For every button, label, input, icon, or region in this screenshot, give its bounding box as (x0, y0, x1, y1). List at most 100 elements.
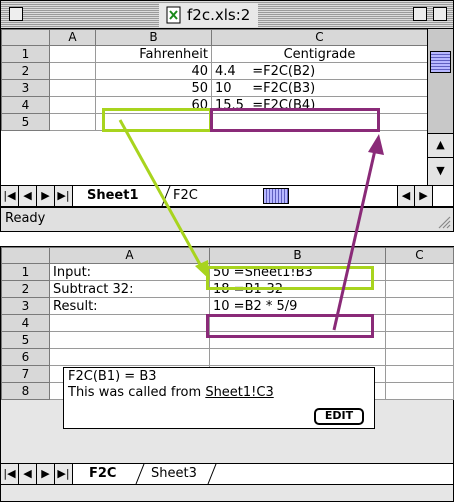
window-title-area: f2c.xls:2 (159, 3, 259, 27)
prev-sheet-icon[interactable]: ◀ (19, 464, 37, 484)
cell-b4[interactable]: 60 (95, 96, 212, 114)
close-box[interactable] (9, 7, 23, 21)
row-header[interactable]: 4 (1, 314, 50, 332)
row-header[interactable]: 3 (1, 297, 50, 315)
tab-sheet3[interactable]: Sheet3 (137, 464, 217, 484)
scroll-thumb[interactable] (430, 51, 451, 73)
select-all-corner[interactable] (1, 29, 50, 46)
tab-divider (161, 186, 171, 206)
cell-a6[interactable] (49, 348, 210, 366)
tab-sheet1[interactable]: Sheet1 (73, 186, 159, 206)
title-bar[interactable]: f2c.xls:2 (1, 1, 453, 29)
cell-b6[interactable] (209, 348, 386, 366)
cell-a5[interactable] (49, 113, 96, 131)
cell-c2[interactable] (385, 280, 454, 298)
table-row: 6 (1, 348, 454, 366)
caller-prefix: This was called from (68, 385, 206, 400)
cell-a1[interactable]: Input: (49, 263, 210, 281)
cell-a4[interactable] (49, 314, 210, 332)
prev-sheet-icon[interactable]: ◀ (19, 186, 37, 206)
collapse-box[interactable] (433, 7, 447, 21)
cell-a4[interactable] (49, 96, 96, 114)
caller-link[interactable]: Sheet1!C3 (205, 385, 273, 400)
horizontal-scroll-thumb[interactable] (263, 188, 289, 204)
caller-info: This was called from Sheet1!C3 (68, 385, 370, 401)
cell-b5[interactable] (209, 331, 386, 349)
column-header-row: A B C (1, 247, 454, 264)
row-header[interactable]: 3 (1, 79, 50, 97)
resize-grip-icon[interactable] (435, 213, 451, 229)
status-text: Ready (5, 211, 46, 226)
row-header[interactable]: 4 (1, 96, 50, 114)
cell-c3[interactable] (385, 297, 454, 315)
column-header-c[interactable]: C (385, 247, 454, 264)
table-row: 4 (1, 314, 454, 332)
row-header[interactable]: 5 (1, 331, 50, 349)
excel-document-icon (166, 6, 181, 24)
table-row: 2 40 4.4 =F2C(B2) (1, 62, 428, 80)
cell-a3[interactable] (49, 79, 96, 97)
cell-a2[interactable]: Subtract 32: (49, 280, 210, 298)
column-header-b[interactable]: B (209, 247, 386, 264)
sheet-tab-bar: |◀ ◀ ▶ ▶| Sheet1 F2C ◀ ▶ (1, 185, 453, 207)
cell-b3[interactable]: 10 =B2 * 5/9 (209, 297, 386, 315)
scroll-right-arrow-icon[interactable]: ▶ (415, 186, 433, 206)
cell-a2[interactable] (49, 62, 96, 80)
row-header[interactable]: 7 (1, 365, 50, 383)
cell-b3[interactable]: 50 (95, 79, 212, 97)
cell-b4[interactable] (209, 314, 386, 332)
last-sheet-icon[interactable]: ▶| (55, 186, 73, 206)
sheet1-grid: A B C 1 Fahrenheit Centigrade 2 40 4.4 =… (1, 29, 428, 131)
sheet-tab-bar: |◀ ◀ ▶ ▶| F2C Sheet3 (1, 463, 453, 485)
cell-c4[interactable]: 15.5 =F2C(B4) (211, 96, 428, 114)
next-sheet-icon[interactable]: ▶ (37, 186, 55, 206)
next-sheet-icon[interactable]: ▶ (37, 464, 55, 484)
row-header[interactable]: 2 (1, 280, 50, 298)
row-header[interactable]: 1 (1, 263, 50, 281)
row-header[interactable]: 5 (1, 113, 50, 131)
column-header-a[interactable]: A (49, 247, 210, 264)
edit-button[interactable]: EDIT (314, 408, 364, 425)
row-header[interactable]: 2 (1, 62, 50, 80)
cell-a3[interactable]: Result: (49, 297, 210, 315)
table-row: 1 Fahrenheit Centigrade (1, 45, 428, 63)
scroll-down-arrow-icon[interactable]: ▼ (428, 157, 453, 185)
vertical-scrollbar[interactable]: ▲ ▼ (427, 29, 453, 185)
row-header[interactable]: 1 (1, 45, 50, 63)
cell-c2[interactable]: 4.4 =F2C(B2) (211, 62, 428, 80)
table-row: 3 Result: 10 =B2 * 5/9 (1, 297, 454, 315)
cell-c3[interactable]: 10 =F2C(B3) (211, 79, 428, 97)
cell-c5[interactable] (211, 113, 428, 131)
row-header[interactable]: 8 (1, 382, 50, 400)
column-header-b[interactable]: B (95, 29, 212, 46)
cell-b1[interactable]: 50 =Sheet1!B3 (209, 263, 386, 281)
cell-b1[interactable]: Fahrenheit (95, 45, 212, 63)
cell-a1[interactable] (49, 45, 96, 63)
cell-c7[interactable] (385, 365, 454, 383)
cell-c5[interactable] (385, 331, 454, 349)
column-header-c[interactable]: C (211, 29, 428, 46)
table-row: 4 60 15.5 =F2C(B4) (1, 96, 428, 114)
scroll-left-arrow-icon[interactable]: ◀ (397, 186, 415, 206)
table-row: 1 Input: 50 =Sheet1!B3 (1, 263, 454, 281)
column-header-a[interactable]: A (49, 29, 96, 46)
cell-b2[interactable]: 18 =B1-32 (209, 280, 386, 298)
function-sheet-window: A B C 1 Input: 50 =Sheet1!B3 2 Subtract … (0, 246, 454, 502)
row-header[interactable]: 6 (1, 348, 50, 366)
select-all-corner[interactable] (1, 247, 50, 264)
cell-c4[interactable] (385, 314, 454, 332)
tab-f2c[interactable]: F2C (75, 464, 135, 484)
first-sheet-icon[interactable]: |◀ (1, 464, 19, 484)
cell-c6[interactable] (385, 348, 454, 366)
last-sheet-icon[interactable]: ▶| (55, 464, 73, 484)
zoom-box[interactable] (413, 7, 427, 21)
cell-c1[interactable] (385, 263, 454, 281)
cell-a5[interactable] (49, 331, 210, 349)
cell-b5[interactable] (95, 113, 212, 131)
cell-c1[interactable]: Centigrade (211, 45, 428, 63)
scroll-up-arrow-icon[interactable]: ▲ (428, 133, 453, 157)
window-title: f2c.xls:2 (187, 6, 251, 24)
first-sheet-icon[interactable]: |◀ (1, 186, 19, 206)
cell-c8[interactable] (385, 382, 454, 400)
cell-b2[interactable]: 40 (95, 62, 212, 80)
